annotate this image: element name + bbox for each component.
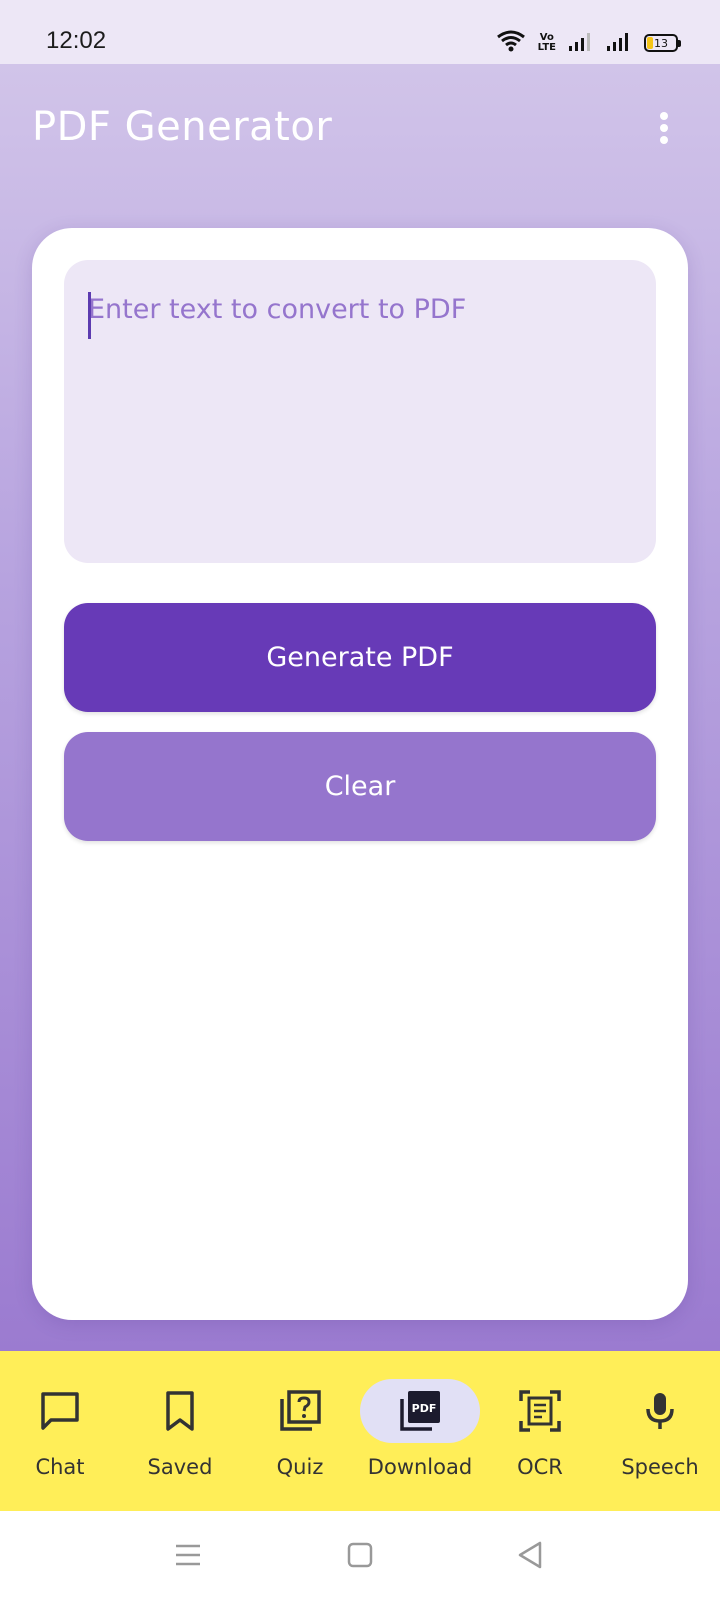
more-vert-icon [660,112,668,120]
pdf-text-input[interactable] [64,260,656,563]
chat-icon [36,1387,84,1435]
system-navigation-bar [0,1511,720,1600]
nav-label-ocr: OCR [517,1455,563,1479]
bottom-navigation: Chat Saved Quiz PDF Download OCR Speech [0,1351,720,1511]
wifi-icon [496,29,526,57]
clear-button[interactable]: Clear [64,732,656,841]
nav-label-chat: Chat [35,1455,85,1479]
generate-pdf-button[interactable]: Generate PDF [64,603,656,712]
document-scanner-icon [516,1387,564,1435]
bookmark-icon [156,1387,204,1435]
signal-icon-sim1 [568,30,594,56]
microphone-icon [636,1387,684,1435]
battery-icon: 13 [644,34,681,52]
volte-icon: Vo LTE [537,32,556,53]
page-title: PDF Generator [32,104,333,150]
nav-item-speech[interactable]: Speech [600,1351,720,1511]
nav-item-download[interactable]: PDF Download [360,1351,480,1511]
pdf-card: Generate PDF Clear [32,228,688,1320]
nav-label-download: Download [367,1455,473,1479]
signal-icon-sim2 [606,30,632,56]
nav-item-chat[interactable]: Chat [0,1351,120,1511]
pdf-icon: PDF [396,1387,444,1435]
status-time: 12:02 [46,27,107,54]
nav-item-saved[interactable]: Saved [120,1351,240,1511]
overflow-menu-button[interactable] [652,108,676,148]
quiz-icon [276,1387,324,1435]
nav-label-saved: Saved [147,1455,213,1479]
nav-label-speech: Speech [621,1455,699,1479]
nav-item-quiz[interactable]: Quiz [240,1351,360,1511]
back-icon[interactable] [512,1537,548,1573]
battery-level: 13 [654,36,668,50]
svg-text:PDF: PDF [412,1402,437,1415]
nav-item-ocr[interactable]: OCR [480,1351,600,1511]
status-icons: Vo LTE 13 [496,28,681,58]
recents-icon[interactable] [170,1537,206,1573]
app-area: PDF Generator Generate PDF Clear [0,64,720,1351]
status-bar: 12:02 Vo LTE 13 [0,0,720,64]
text-caret [88,292,91,339]
home-icon[interactable] [342,1537,378,1573]
nav-label-quiz: Quiz [276,1455,324,1479]
